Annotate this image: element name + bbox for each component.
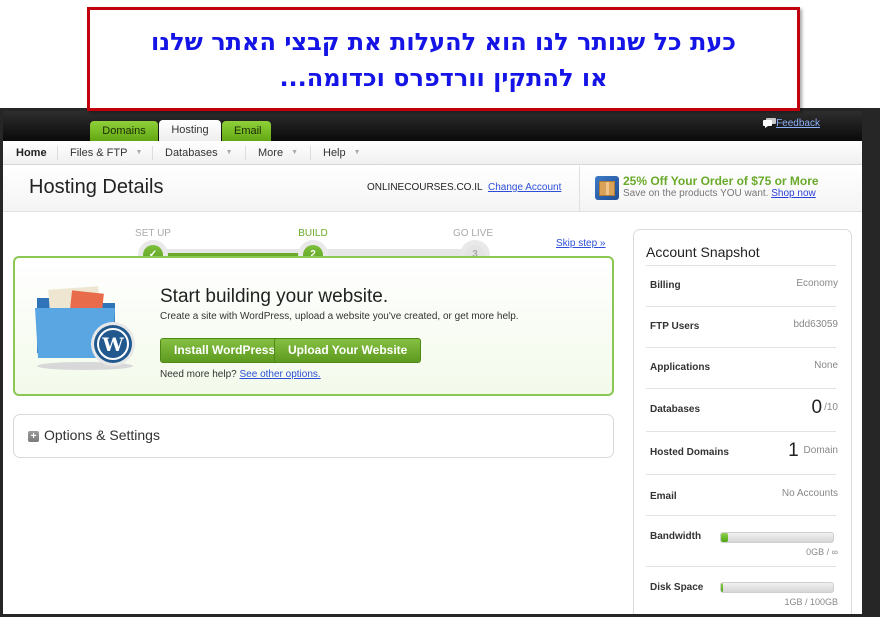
applications-label: Applications — [650, 362, 711, 373]
nav-divider — [152, 146, 153, 160]
need-help-text: Need more help? See other options. — [160, 369, 321, 380]
snapshot-row-databases: Databases 0/10 — [646, 388, 838, 431]
promo-subtitle: Save on the products YOU want. Shop now — [623, 188, 816, 199]
snapshot-row-bandwidth: Bandwidth 0GB / ∞ — [646, 515, 838, 566]
nav-files-ftp-label: Files & FTP — [70, 147, 128, 159]
step-label-setup: SET UP — [135, 228, 171, 239]
snapshot-row-disk-space: Disk Space 1GB / 100GB — [646, 566, 838, 614]
promo-subtitle-text: Save on the products YOU want. — [623, 188, 769, 199]
options-settings-label: Options & Settings — [44, 427, 160, 443]
bandwidth-caption: 0GB / ∞ — [806, 547, 838, 557]
nav-help-label: Help — [323, 147, 346, 159]
screenshot-root: Domains Hosting Email Feedback Home File… — [0, 0, 880, 617]
promo-title: 25% Off Your Order of $75 or More — [623, 174, 819, 188]
build-website-panel: W Start building your website. Create a … — [13, 256, 614, 396]
databases-value: 0/10 — [812, 397, 838, 419]
bandwidth-usage-bar — [720, 532, 834, 543]
step-label-build: BUILD — [298, 228, 328, 239]
caption-line-2: או להתקין וורדפרס וכדומה... — [279, 64, 608, 92]
disk-space-usage-fill — [721, 583, 723, 592]
hosted-domains-unit: Domain — [803, 445, 838, 456]
see-other-options-link[interactable]: See other options. — [240, 369, 321, 380]
upload-website-button[interactable]: Upload Your Website — [274, 338, 422, 363]
ftp-users-label: FTP Users — [650, 321, 700, 332]
account-snapshot-panel: Account Snapshot Billing Economy FTP Use… — [633, 229, 852, 614]
nav-databases-label: Databases — [165, 147, 218, 159]
nav-divider — [57, 146, 58, 160]
chevron-down-icon: ▼ — [225, 149, 233, 157]
bandwidth-label: Bandwidth — [650, 531, 702, 542]
databases-count: 0 — [811, 397, 823, 418]
nav-more[interactable]: More ▼ — [258, 141, 298, 165]
disk-space-label: Disk Space — [650, 582, 704, 593]
nav-databases[interactable]: Databases ▼ — [165, 141, 233, 165]
expand-plus-icon: + — [28, 431, 39, 442]
build-description: Create a site with WordPress, upload a w… — [160, 311, 519, 322]
chevron-down-icon: ▼ — [291, 149, 298, 157]
options-settings-toggle[interactable]: + Options & Settings — [13, 414, 614, 458]
build-title: Start building your website. — [160, 286, 389, 307]
account-info: ONLINECOURSES.CO.IL Change Account — [367, 182, 561, 193]
skip-step-link[interactable]: Skip step » — [556, 238, 605, 249]
email-label: Email — [650, 491, 677, 502]
tab-domains[interactable]: Domains — [90, 121, 158, 141]
bandwidth-usage-fill — [721, 533, 728, 542]
package-icon — [595, 176, 619, 200]
top-bar: Domains Hosting Email Feedback — [3, 111, 862, 141]
snapshot-row-hosted-domains: Hosted Domains 1 Domain — [646, 431, 838, 474]
nav-help[interactable]: Help ▼ — [323, 141, 361, 165]
chevron-down-icon: ▼ — [353, 149, 361, 157]
wordpress-folder-icon: W — [35, 286, 135, 370]
billing-value: Economy — [796, 278, 838, 289]
page-header: Hosting Details ONLINECOURSES.CO.IL Chan… — [3, 166, 862, 212]
nav-divider — [310, 146, 311, 160]
page-title: Hosting Details — [29, 176, 164, 198]
disk-space-usage-bar — [720, 582, 834, 593]
snapshot-row-ftp-users: FTP Users bdd63059 — [646, 306, 839, 347]
ftp-users-value[interactable]: bdd63059 — [794, 319, 839, 330]
databases-label: Databases — [650, 404, 701, 415]
databases-limit: /10 — [824, 402, 838, 413]
hosting-control-panel: Domains Hosting Email Feedback Home File… — [3, 111, 862, 614]
account-domain: ONLINECOURSES.CO.IL — [367, 182, 483, 193]
tab-hosting[interactable]: Hosting — [159, 120, 221, 141]
tab-email[interactable]: Email — [222, 121, 271, 141]
step-label-go-live: GO LIVE — [452, 228, 493, 239]
shop-now-link[interactable]: Shop now — [771, 188, 815, 199]
snapshot-row-email: Email No Accounts — [646, 474, 838, 515]
applications-value: None — [814, 360, 838, 371]
need-help-label: Need more help? — [160, 369, 237, 380]
chevron-down-icon: ▼ — [135, 149, 143, 157]
disk-space-caption: 1GB / 100GB — [784, 597, 838, 607]
install-wordpress-button[interactable]: Install WordPress — [160, 338, 290, 363]
snapshot-title: Account Snapshot — [646, 244, 760, 260]
divider — [579, 166, 580, 212]
hosted-domains-value: 1 Domain — [788, 440, 838, 462]
nav-bar: Home Files & FTP ▼ Databases ▼ More ▼ Help ▼ — [3, 141, 862, 165]
hosted-domains-label: Hosted Domains — [650, 447, 729, 458]
svg-text:W: W — [101, 334, 124, 356]
snapshot-row-billing: Billing Economy — [646, 265, 838, 306]
nav-home[interactable]: Home — [16, 141, 47, 165]
email-value: No Accounts — [781, 488, 838, 499]
feedback-icon — [763, 118, 776, 128]
feedback-link[interactable]: Feedback — [776, 118, 820, 129]
snapshot-row-applications: Applications None — [646, 347, 838, 388]
caption-line-1: כעת כל שנותר לנו הוא להעלות את קבצי האתר… — [151, 28, 736, 56]
nav-more-label: More — [258, 147, 284, 159]
hosted-domains-count: 1 — [788, 440, 799, 461]
change-account-link[interactable]: Change Account — [488, 182, 561, 193]
billing-label: Billing — [650, 280, 681, 291]
nav-home-label: Home — [16, 147, 47, 159]
nav-files-ftp[interactable]: Files & FTP ▼ — [70, 141, 142, 165]
nav-divider — [245, 146, 246, 160]
annotation-caption: כעת כל שנותר לנו הוא להעלות את קבצי האתר… — [87, 7, 800, 111]
